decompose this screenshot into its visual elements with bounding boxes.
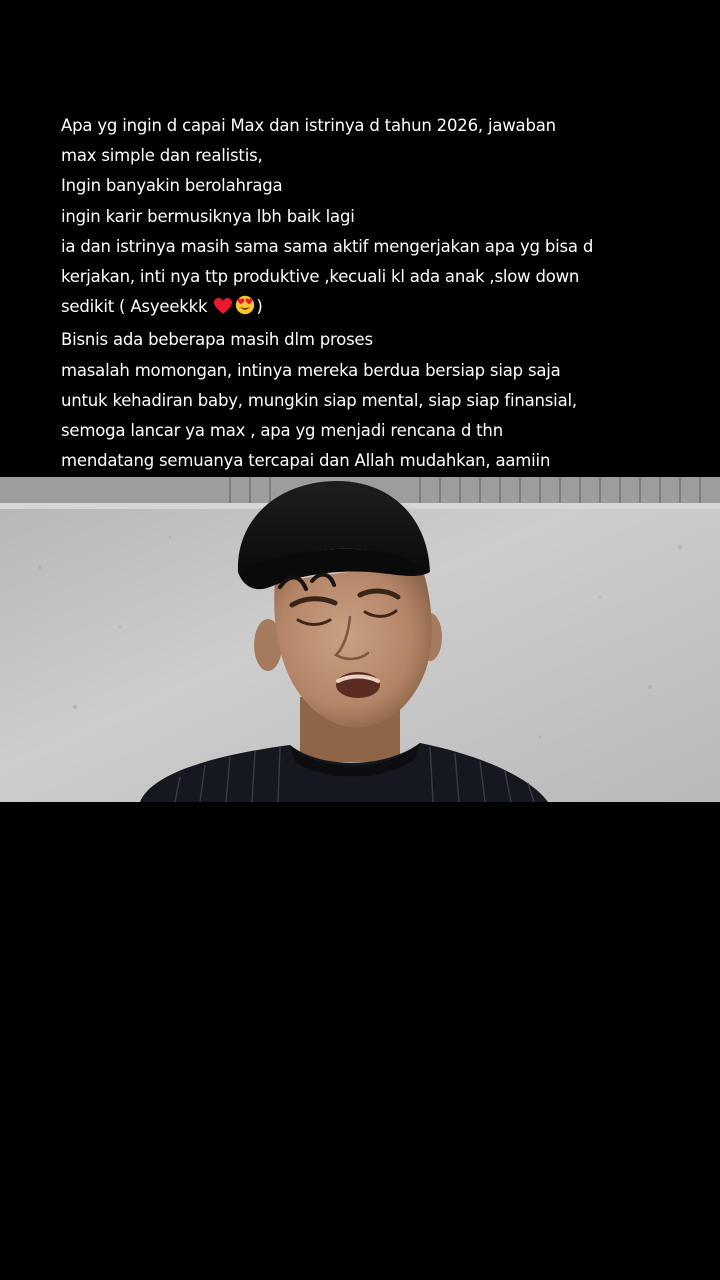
caption-line-with-emoji: sedikit ( Asyeekkk ) — [61, 292, 661, 325]
caption-line: kerjakan, inti nya ttp produktive ,kecua… — [61, 267, 580, 287]
heart-eyes-icon — [235, 295, 255, 325]
person-singing-video — [0, 477, 720, 802]
caption-text: sedikit ( Asyeekkk — [61, 297, 208, 317]
heart-icon — [213, 295, 233, 325]
video-screen[interactable]: Apa yg ingin d capai Max dan istrinya d … — [0, 0, 720, 1280]
caption-line: semoga lancar ya max , apa yg menjadi re… — [61, 421, 503, 441]
caption-line: Bisnis ada beberapa masih dlm proses — [61, 330, 373, 350]
caption-text: ) — [256, 297, 263, 317]
caption-line: mendatang semuanya tercapai dan Allah mu… — [61, 451, 551, 471]
caption-line: ingin karir bermusiknya lbh baik lagi — [61, 206, 355, 226]
caption-line: Apa yg ingin d capai Max dan istrinya d … — [61, 116, 556, 135]
caption-line: Ingin banyakin berolahraga — [61, 176, 283, 196]
caption-line: max simple dan realistis, — [61, 146, 263, 166]
video-frame[interactable] — [0, 477, 720, 802]
caption-line: ia dan istrinya masih sama sama aktif me… — [61, 236, 594, 256]
caption-line: untuk kehadiran baby, mungkin siap menta… — [61, 390, 577, 410]
caption-overlay: Apa yg ingin d capai Max dan istrinya d … — [61, 111, 661, 476]
caption-line: masalah momongan, intinya mereka berdua … — [61, 360, 561, 380]
